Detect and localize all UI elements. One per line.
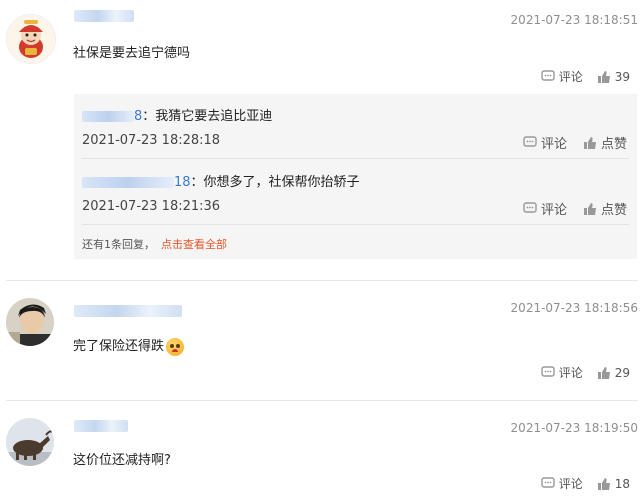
reply-button[interactable]: 评论 <box>541 68 583 85</box>
thumbs-up-icon <box>597 366 610 379</box>
avatar[interactable] <box>6 298 54 346</box>
comment-icon <box>541 477 555 488</box>
comment-actions: 评论 18 <box>541 475 630 492</box>
comment-icon <box>541 70 555 81</box>
reply-time: 2021-07-23 18:28:18 <box>82 133 221 148</box>
like-button[interactable]: 29 <box>597 366 630 380</box>
reply-item: 8：我猜它要去追比亚迪 <box>82 105 272 124</box>
comment-actions: 评论 39 <box>541 68 630 85</box>
reply-label: 评论 <box>558 366 583 380</box>
thumbs-up-icon <box>597 477 610 490</box>
reply-comment-button[interactable]: 评论 <box>523 199 567 218</box>
more-replies-count: 还有1条回复， <box>82 238 155 251</box>
reply-divider <box>82 158 629 159</box>
comment-icon <box>541 366 555 377</box>
reply-text: ：你想多了，社保帮你抬轿子 <box>190 175 360 190</box>
comment-time: 2021-07-23 18:19:50 <box>510 421 638 435</box>
thumbs-up-icon <box>597 70 610 83</box>
thumbs-up-icon <box>583 202 596 215</box>
comment-actions: 评论 29 <box>541 364 630 381</box>
reply-button[interactable]: 评论 <box>541 475 583 492</box>
comment-icon <box>523 202 537 213</box>
avatar[interactable] <box>6 418 54 466</box>
reply-time: 2021-07-23 18:21:36 <box>82 199 221 214</box>
reply-actions: 评论 点赞 <box>523 199 627 218</box>
comment-text: 完了保险还得跌 <box>73 335 185 356</box>
reply-like-button[interactable]: 点赞 <box>583 133 627 152</box>
comment-text: 社保是要去追宁德吗 <box>73 46 191 61</box>
reply-item: 18：你想多了，社保帮你抬轿子 <box>82 171 360 190</box>
reply-like-label: 点赞 <box>600 203 627 218</box>
worried-face-emoji-icon <box>166 337 185 356</box>
reply-label: 评论 <box>558 477 583 491</box>
like-button[interactable]: 18 <box>597 477 630 491</box>
username[interactable] <box>74 305 182 317</box>
reply-label: 评论 <box>558 70 583 84</box>
thumbs-up-icon <box>583 136 596 149</box>
view-all-replies-link[interactable]: 点击查看全部 <box>161 238 227 251</box>
avatar-bull-statue-icon <box>6 418 54 466</box>
reply-like-label: 点赞 <box>600 137 627 152</box>
reply-like-button[interactable]: 点赞 <box>583 199 627 218</box>
reply-comment-label: 评论 <box>540 137 567 152</box>
reply-divider <box>82 224 629 225</box>
comment-time: 2021-07-23 18:18:56 <box>510 301 638 315</box>
comment-text-content: 完了保险还得跌 <box>73 339 165 354</box>
comment-icon <box>523 136 537 147</box>
avatar-mascot-icon <box>7 15 55 63</box>
like-count: 39 <box>614 69 630 84</box>
comment-time: 2021-07-23 18:18:51 <box>510 13 638 27</box>
reply-comment-label: 评论 <box>540 203 567 218</box>
comment-text: 这价位还减持啊? <box>73 453 171 468</box>
like-count: 29 <box>614 365 630 380</box>
like-count: 18 <box>614 476 630 491</box>
username[interactable] <box>74 10 134 22</box>
reply-username[interactable]: 18 <box>82 175 191 190</box>
comment-item: 2021-07-23 18:19:50 这价位还减持啊? 评论 18 <box>0 401 640 498</box>
reply-username[interactable]: 8 <box>82 109 142 124</box>
avatar-photo-icon <box>6 298 54 346</box>
more-replies: 还有1条回复， 点击查看全部 <box>82 236 227 252</box>
like-button[interactable]: 39 <box>597 70 630 84</box>
username[interactable] <box>74 420 128 432</box>
comment-item: 2021-07-23 18:18:51 社保是要去追宁德吗 评论 39 8：我猜… <box>0 0 640 280</box>
reply-comment-button[interactable]: 评论 <box>523 133 567 152</box>
avatar[interactable] <box>6 14 56 64</box>
comment-item: 2021-07-23 18:18:56 完了保险还得跌 评论 29 <box>0 281 640 399</box>
reply-thread: 8：我猜它要去追比亚迪 2021-07-23 18:28:18 评论 点赞 18… <box>74 94 637 259</box>
reply-text: ：我猜它要去追比亚迪 <box>142 109 273 124</box>
reply-button[interactable]: 评论 <box>541 364 583 381</box>
reply-actions: 评论 点赞 <box>523 133 627 152</box>
